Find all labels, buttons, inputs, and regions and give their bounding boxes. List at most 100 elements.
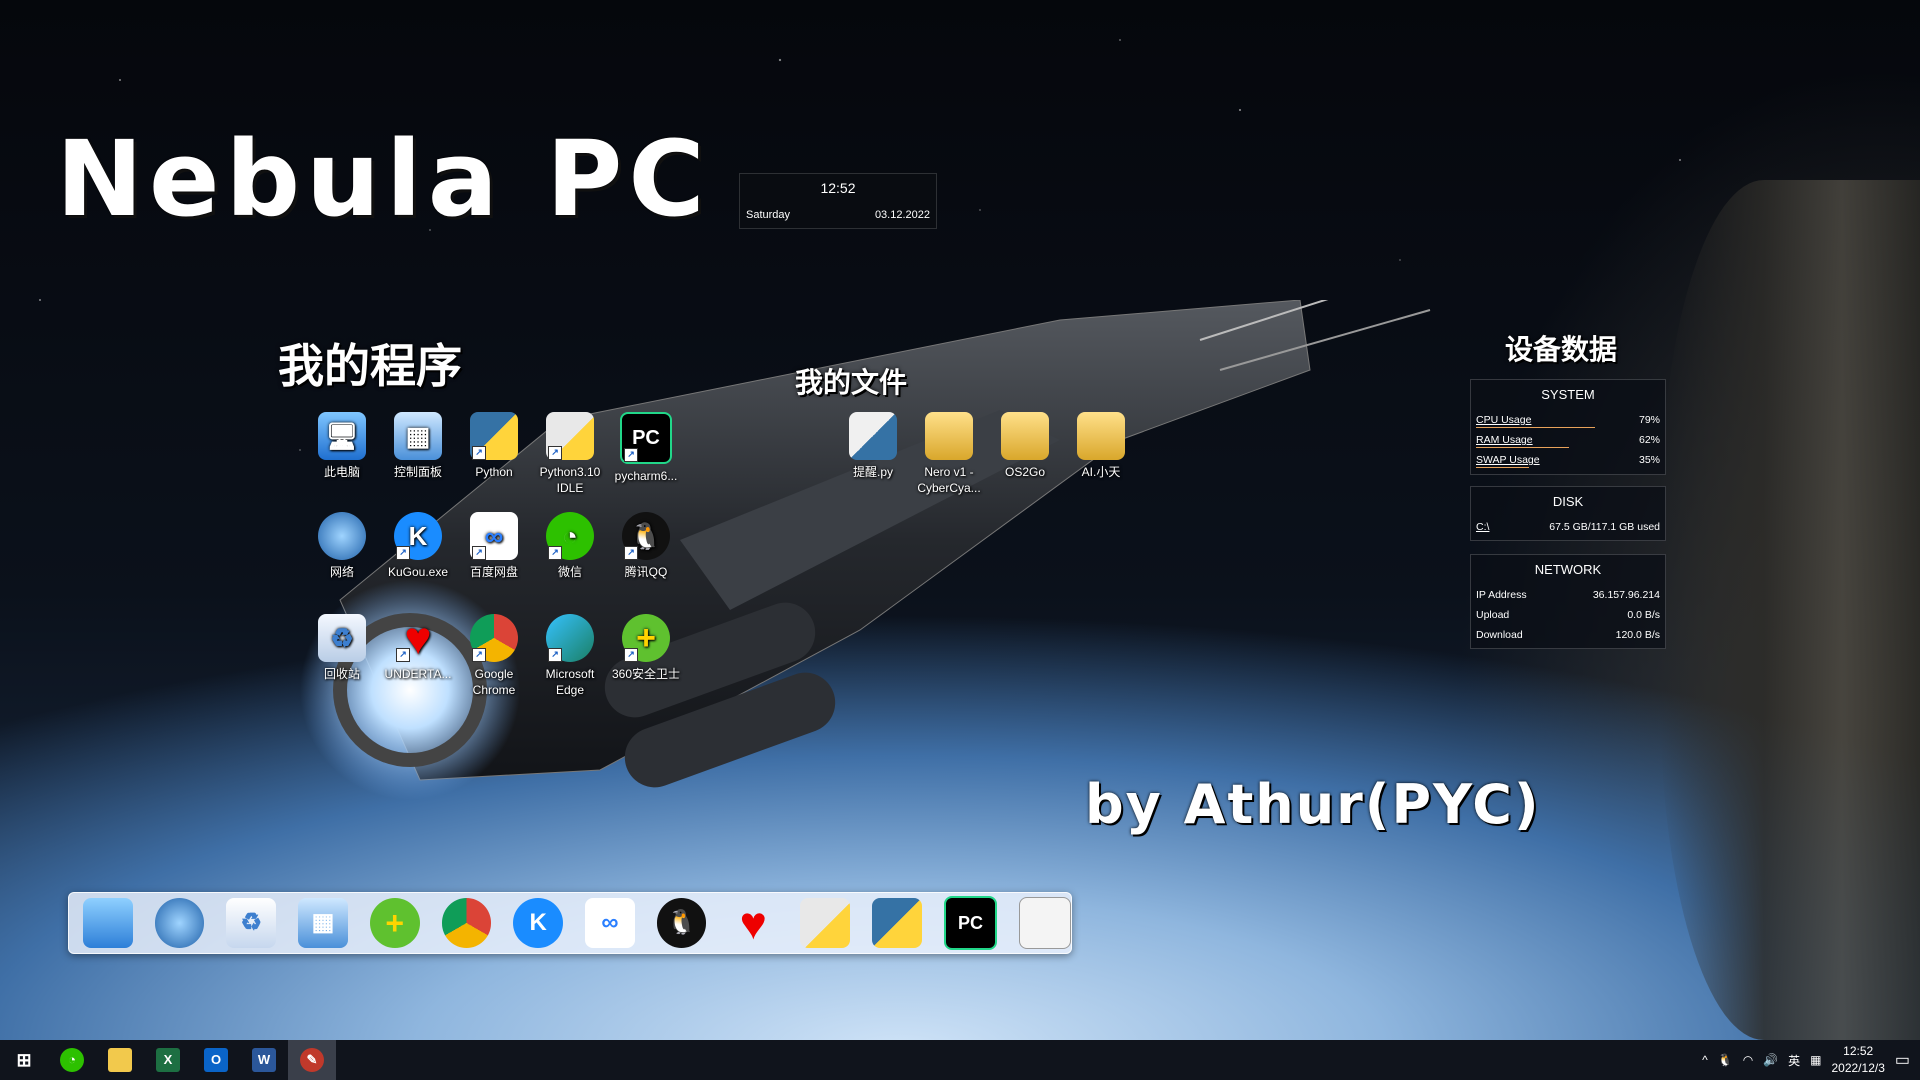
taskbar-word[interactable]: W [240, 1040, 288, 1080]
computer-icon: 🖥 [318, 412, 366, 460]
desktop-icon-360-safe[interactable]: + ↗ 360安全卫士 [608, 614, 684, 682]
desktop-icon-kugou[interactable]: K ↗ KuGou.exe [380, 512, 456, 580]
qq-tray-icon[interactable]: 🐧 [1718, 1053, 1733, 1067]
wechat-icon: ◔ [60, 1048, 84, 1072]
shortcut-arrow-icon: ↗ [472, 546, 486, 560]
desktop-icon-remind-py[interactable]: 提醒.py [835, 412, 911, 480]
dock-360-icon[interactable]: + [369, 898, 420, 948]
taskbar-wechat[interactable]: ◔ [48, 1040, 96, 1080]
desktop-icon-python-idle[interactable]: ↗ Python3.10 IDLE [532, 412, 608, 496]
taskbar-clock[interactable]: 12:52 2022/12/3 [1831, 1043, 1884, 1077]
device-section-title: 设备数据 [1505, 333, 1618, 366]
desktop-icon-undertale[interactable]: ♥ ↗ UNDERTA... [380, 614, 456, 682]
desktop-icon-ai-xiaotian[interactable]: AI.小天 [1063, 412, 1139, 480]
dock-qq-icon[interactable]: 🐧 [656, 898, 707, 948]
folder-icon [925, 412, 973, 460]
desktop-icon-network[interactable]: 网络 [304, 512, 380, 580]
taskbar-active-app[interactable]: ✎ [288, 1040, 336, 1080]
download-value: 120.0 B/s [1615, 629, 1660, 641]
shortcut-arrow-icon: ↗ [472, 446, 486, 460]
download-label: Download [1476, 629, 1523, 641]
cpu-usage-bar [1476, 427, 1595, 428]
control-panel-icon: ▦ [394, 412, 442, 460]
desktop-icon-label: 此电脑 [323, 465, 360, 479]
taskbar-date: 2022/12/3 [1831, 1061, 1885, 1075]
desktop-icon-wechat[interactable]: ◔ ↗ 微信 [532, 512, 608, 580]
desktop-icon-os2go[interactable]: OS2Go [987, 412, 1063, 480]
dock-this-pc-icon[interactable] [83, 898, 133, 948]
dock-undertale-heart-icon[interactable]: ♥ [728, 898, 778, 948]
clock-time: 12:52 [820, 180, 856, 196]
desktop-icon-label: 360安全卫士 [611, 667, 681, 681]
desktop-icon-nero[interactable]: Nero v1 - CyberCya... [911, 412, 987, 496]
input-grid-icon[interactable]: ▦ [1810, 1053, 1821, 1067]
dock-chrome-icon[interactable] [441, 898, 492, 948]
upload-row: Upload 0.0 B/s [1471, 605, 1665, 625]
kugou-icon: K ↗ [394, 512, 442, 560]
dock-network-icon[interactable] [154, 898, 205, 948]
python-icon: ↗ [470, 412, 518, 460]
taskbar-file-explorer[interactable] [96, 1040, 144, 1080]
taskbar-excel[interactable]: X [144, 1040, 192, 1080]
cpu-usage-value: 79% [1638, 414, 1660, 426]
desktop-icon-edge[interactable]: ↗ Microsoft Edge [532, 614, 608, 698]
start-button[interactable]: ⊞ [0, 1040, 48, 1080]
wechat-icon: ◔ ↗ [546, 512, 594, 560]
desktop-icon-label: pycharm6... [614, 469, 678, 483]
disk-drive-label: C:\ [1476, 521, 1490, 533]
ram-usage-value: 62% [1638, 434, 1660, 446]
volume-icon[interactable]: 🔊 [1763, 1053, 1778, 1067]
programs-section-title: 我的程序 [278, 339, 462, 393]
desktop-icon-python[interactable]: ↗ Python [456, 412, 532, 480]
wallpaper-signature: by Athur(PYC) [1085, 773, 1541, 836]
shortcut-arrow-icon: ↗ [472, 648, 486, 662]
taskbar-outlook[interactable]: O [192, 1040, 240, 1080]
swap-usage-bar [1476, 467, 1529, 468]
cpu-usage-row: CPU Usage 79% [1471, 410, 1665, 430]
desktop-icon-this-pc[interactable]: 🖥 此电脑 [304, 412, 380, 480]
python-idle-icon: ↗ [546, 412, 594, 460]
shortcut-arrow-icon: ↗ [548, 546, 562, 560]
ip-address-row: IP Address 36.157.96.214 [1471, 585, 1665, 605]
windows-logo-icon: ⊞ [16, 1050, 32, 1070]
desktop-icon-chrome[interactable]: ↗ Google Chrome [456, 614, 532, 698]
dock-recycle-bin-icon[interactable]: ♻ [226, 898, 277, 948]
wifi-icon[interactable]: ◠ [1743, 1053, 1753, 1067]
ip-address-value: 36.157.96.214 [1592, 589, 1660, 601]
network-globe-icon [318, 512, 366, 560]
chevron-up-icon[interactable]: ^ [1702, 1053, 1708, 1067]
download-row: Download 120.0 B/s [1471, 625, 1665, 645]
dock-python-idle-icon[interactable] [800, 898, 850, 948]
desktop-icon-control-panel[interactable]: ▦ 控制面板 [380, 412, 456, 480]
word-icon: W [252, 1048, 276, 1072]
dock-control-panel-icon[interactable]: ▦ [298, 898, 348, 948]
shortcut-arrow-icon: ↗ [624, 546, 638, 560]
desktop-icon-qq[interactable]: 🐧 ↗ 腾讯QQ [608, 512, 684, 580]
desktop-icon-recycle-bin[interactable]: ♻ 回收站 [304, 614, 380, 682]
dock-window-preview-icon[interactable] [1019, 897, 1072, 949]
shortcut-arrow-icon: ↗ [548, 446, 562, 460]
dock-python-icon[interactable] [871, 898, 922, 948]
undertale-heart-icon: ♥ ↗ [394, 614, 442, 662]
network-widget: NETWORK IP Address 36.157.96.214 Upload … [1470, 554, 1666, 649]
dock-kugou-icon[interactable]: K [513, 898, 564, 948]
dock-baidu-netdisk-icon[interactable]: ∞ [585, 898, 635, 948]
system-widget: SYSTEM CPU Usage 79% RAM Usage 62% SWAP … [1470, 379, 1666, 475]
ram-usage-row: RAM Usage 62% [1471, 430, 1665, 450]
desktop-icon-label: Nero v1 - CyberCya... [917, 465, 981, 495]
wallpaper-title: Nebula PC [56, 118, 711, 240]
clock-day: Saturday [746, 209, 791, 221]
baidu-netdisk-icon: ∞ ↗ [470, 512, 518, 560]
upload-value: 0.0 B/s [1627, 609, 1660, 621]
excel-icon: X [156, 1048, 180, 1072]
desktop-icon-baidu-netdisk[interactable]: ∞ ↗ 百度网盘 [456, 512, 532, 580]
swap-usage-row: SWAP Usage 35% [1471, 450, 1665, 470]
desktop-icon-pycharm[interactable]: PC ↗ pycharm6... [608, 412, 684, 484]
desktop-icon-label: 网络 [329, 565, 354, 579]
clock-date: 03.12.2022 [874, 209, 930, 221]
dock-pycharm-icon[interactable]: PC [943, 896, 998, 950]
desktop-icon-label: Microsoft Edge [545, 667, 595, 697]
notification-icon[interactable]: ▭ [1895, 1050, 1910, 1070]
app-dock: ♻ ▦ + K ∞ 🐧 ♥ PC [68, 892, 1072, 954]
ime-indicator[interactable]: 英 [1788, 1052, 1800, 1069]
